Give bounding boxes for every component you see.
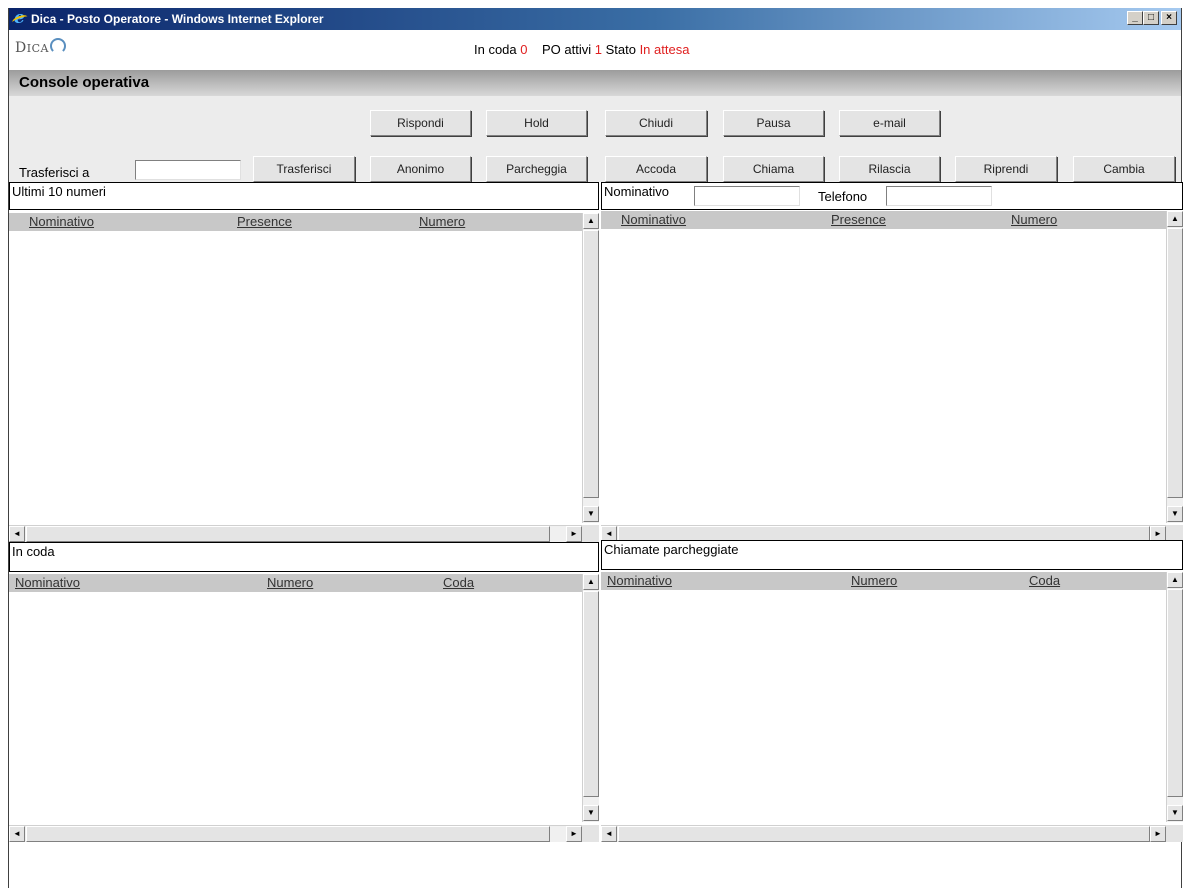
trasferisci-button[interactable]: Trasferisci (253, 156, 355, 182)
accoda-button[interactable]: Accoda (605, 156, 707, 182)
column-numero[interactable]: Numero (1011, 212, 1057, 227)
scroll-up-arrow[interactable]: ▲ (583, 574, 599, 590)
directory-panel: Nominativo Telefono Nominativo Presence … (601, 182, 1183, 542)
scroll-down-arrow[interactable]: ▼ (1167, 805, 1183, 821)
scroll-left-arrow[interactable]: ◄ (9, 526, 25, 542)
maximize-button[interactable]: □ (1143, 11, 1159, 25)
name-search-input[interactable] (694, 186, 800, 206)
horizontal-scrollbar[interactable]: ◄ ► (601, 825, 1166, 842)
scroll-right-arrow[interactable]: ► (566, 526, 582, 542)
active-po-label: PO attivi (541, 42, 592, 57)
column-numero[interactable]: Numero (419, 214, 465, 229)
phone-label: Telefono (818, 189, 868, 204)
pausa-button[interactable]: Pausa (723, 110, 824, 136)
phone-search-input[interactable] (886, 186, 992, 206)
column-numero[interactable]: Numero (267, 575, 313, 590)
window-controls: _ □ × (1127, 11, 1177, 25)
chiudi-button[interactable]: Chiudi (605, 110, 707, 136)
app-header: DICA In coda 0 PO attivi 1 Stato In atte… (9, 30, 1181, 70)
column-presence[interactable]: Presence (831, 212, 886, 227)
scroll-up-arrow[interactable]: ▲ (583, 213, 599, 229)
scrollbar-thumb[interactable] (1167, 228, 1183, 498)
browser-window: Dica - Posto Operatore - Windows Interne… (8, 8, 1183, 888)
scroll-down-arrow[interactable]: ▼ (583, 506, 599, 522)
column-coda[interactable]: Coda (443, 575, 474, 590)
parked-calls-panel: Chiamate parcheggiate Nominativo Numero … (601, 540, 1183, 842)
scrollbar-corner (582, 525, 599, 542)
state-label: Stato (605, 42, 636, 57)
headset-icon (49, 38, 66, 54)
grid-header: Nominativo Presence Numero (9, 213, 582, 231)
logo-rest: ICA (26, 42, 49, 55)
scrollbar-thumb[interactable] (583, 230, 599, 498)
scroll-left-arrow[interactable]: ◄ (9, 826, 25, 842)
column-presence[interactable]: Presence (237, 214, 292, 229)
window-title: Dica - Posto Operatore - Windows Interne… (31, 12, 324, 26)
vertical-scrollbar[interactable]: ▲ ▼ (1166, 211, 1183, 523)
name-label: Nominativo (604, 184, 670, 199)
rispondi-button[interactable]: Rispondi (370, 110, 471, 136)
chiama-button[interactable]: Chiama (723, 156, 824, 182)
operator-toolbar: Rispondi Hold Chiudi Pausa e-mail Trasfe… (9, 96, 1181, 182)
scroll-down-arrow[interactable]: ▼ (1167, 506, 1183, 522)
scrollbar-corner (582, 825, 599, 842)
state-value: In attesa (639, 42, 690, 57)
transfer-input[interactable] (135, 160, 241, 180)
status-line: In coda 0 PO attivi 1 Stato In attesa (474, 42, 689, 57)
scrollbar-thumb[interactable] (583, 591, 599, 797)
grid-header: Nominativo Presence Numero (601, 211, 1166, 229)
vertical-scrollbar[interactable]: ▲ ▼ (582, 213, 599, 523)
cambia-button[interactable]: Cambia (1073, 156, 1175, 182)
scrollbar-thumb[interactable] (26, 826, 550, 842)
internet-explorer-icon (12, 8, 28, 28)
minimize-button[interactable]: _ (1127, 11, 1143, 25)
scrollbar-corner (1166, 825, 1183, 842)
vertical-scrollbar[interactable]: ▲ ▼ (582, 574, 599, 822)
riprendi-button[interactable]: Riprendi (955, 156, 1057, 182)
scroll-right-arrow[interactable]: ► (1150, 826, 1166, 842)
last-numbers-panel: Ultimi 10 numeri Nominativo Presence Num… (9, 182, 599, 542)
parcheggia-button[interactable]: Parcheggia (486, 156, 587, 182)
transfer-label: Trasferisci a (19, 165, 90, 180)
active-po-count: 1 (594, 42, 602, 57)
column-nominativo[interactable]: Nominativo (621, 212, 686, 227)
grid-header: Nominativo Numero Coda (601, 572, 1166, 590)
scrollbar-thumb[interactable] (26, 526, 550, 542)
dica-logo: DICA (15, 38, 66, 56)
grid-header: Nominativo Numero Coda (9, 574, 582, 592)
queue-label: In coda (474, 42, 517, 57)
column-nominativo[interactable]: Nominativo (607, 573, 672, 588)
column-nominativo[interactable]: Nominativo (29, 214, 94, 229)
scroll-down-arrow[interactable]: ▼ (583, 805, 599, 821)
directory-search-bar: Nominativo Telefono (601, 182, 1183, 210)
close-button[interactable]: × (1161, 11, 1177, 25)
queue-count: 0 (520, 42, 528, 57)
anonimo-button[interactable]: Anonimo (370, 156, 471, 182)
scroll-left-arrow[interactable]: ◄ (601, 826, 617, 842)
horizontal-scrollbar[interactable]: ◄ ► (9, 825, 582, 842)
rilascia-button[interactable]: Rilascia (839, 156, 940, 182)
vertical-scrollbar[interactable]: ▲ ▼ (1166, 572, 1183, 822)
email-button[interactable]: e-mail (839, 110, 940, 136)
queue-panel: In coda Nominativo Numero Coda ▲ ▼ ◄ ► (9, 542, 599, 842)
column-coda[interactable]: Coda (1029, 573, 1060, 588)
column-nominativo[interactable]: Nominativo (15, 575, 80, 590)
panel-title: In coda (9, 542, 599, 572)
hold-button[interactable]: Hold (486, 110, 587, 136)
panel-title: Chiamate parcheggiate (601, 540, 1183, 570)
column-numero[interactable]: Numero (851, 573, 897, 588)
console-title: Console operativa (9, 70, 1181, 96)
panel-title: Ultimi 10 numeri (9, 182, 599, 210)
window-titlebar: Dica - Posto Operatore - Windows Interne… (9, 8, 1181, 30)
scrollbar-thumb[interactable] (1167, 589, 1183, 797)
scrollbar-thumb[interactable] (618, 826, 1150, 842)
scroll-up-arrow[interactable]: ▲ (1167, 572, 1183, 588)
logo-initial: D (15, 40, 27, 56)
horizontal-scrollbar[interactable]: ◄ ► (9, 525, 582, 542)
scroll-up-arrow[interactable]: ▲ (1167, 211, 1183, 227)
scroll-right-arrow[interactable]: ► (566, 826, 582, 842)
